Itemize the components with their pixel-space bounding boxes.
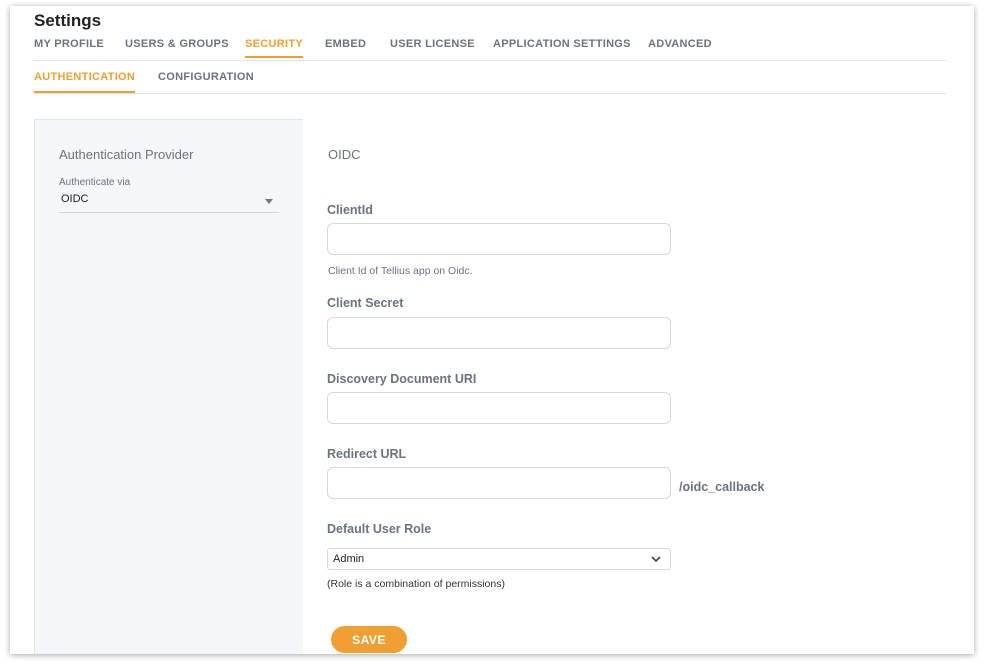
client-secret-label: Client Secret	[327, 296, 404, 310]
client-id-label: ClientId	[327, 203, 373, 217]
default-role-label: Default User Role	[327, 522, 432, 536]
tab-user-license[interactable]: USER LICENSE	[390, 38, 475, 56]
redirect-url-input[interactable]	[327, 467, 671, 499]
discovery-uri-input[interactable]	[327, 392, 671, 424]
caret-down-icon	[265, 199, 273, 204]
save-button[interactable]: SAVE	[331, 626, 407, 653]
client-id-input[interactable]	[327, 223, 671, 255]
tab-application-settings[interactable]: APPLICATION SETTINGS	[493, 38, 631, 56]
tab-users-groups[interactable]: USERS & GROUPS	[125, 38, 229, 56]
subtab-authentication[interactable]: AUTHENTICATION	[34, 71, 136, 93]
settings-window: Settings MY PROFILE USERS & GROUPS SECUR…	[10, 6, 974, 654]
client-secret-input[interactable]	[327, 317, 671, 349]
provider-panel: Authentication Provider Authenticate via…	[34, 119, 304, 654]
redirect-url-suffix: /oidc_callback	[679, 480, 765, 494]
authenticate-via-select[interactable]: OIDC	[59, 192, 279, 213]
default-role-hint: (Role is a combination of permissions)	[327, 578, 505, 590]
discovery-uri-label: Discovery Document URI	[327, 372, 477, 386]
client-id-hint: Client Id of Tellius app on Oidc.	[328, 265, 473, 277]
default-role-value: Admin	[333, 553, 365, 565]
page-title: Settings	[34, 11, 102, 30]
default-role-select[interactable]: Admin	[327, 548, 671, 570]
provider-heading: Authentication Provider	[59, 147, 194, 162]
authenticate-via-label: Authenticate via	[59, 177, 131, 188]
tab-advanced[interactable]: ADVANCED	[648, 38, 712, 56]
security-subtabs: AUTHENTICATION CONFIGURATION	[34, 71, 946, 94]
subtab-configuration[interactable]: CONFIGURATION	[158, 71, 254, 91]
tab-my-profile[interactable]: MY PROFILE	[34, 38, 104, 56]
tab-embed[interactable]: EMBED	[325, 38, 366, 56]
authenticate-via-value: OIDC	[61, 193, 89, 205]
main-tabs: MY PROFILE USERS & GROUPS SECURITY EMBED…	[34, 38, 946, 61]
redirect-url-label: Redirect URL	[327, 447, 407, 461]
chevron-down-icon	[651, 556, 661, 563]
form-heading: OIDC	[328, 147, 361, 162]
oidc-form-panel: OIDC ClientId Client Id of Tellius app o…	[303, 119, 954, 654]
tab-security[interactable]: SECURITY	[245, 38, 304, 58]
